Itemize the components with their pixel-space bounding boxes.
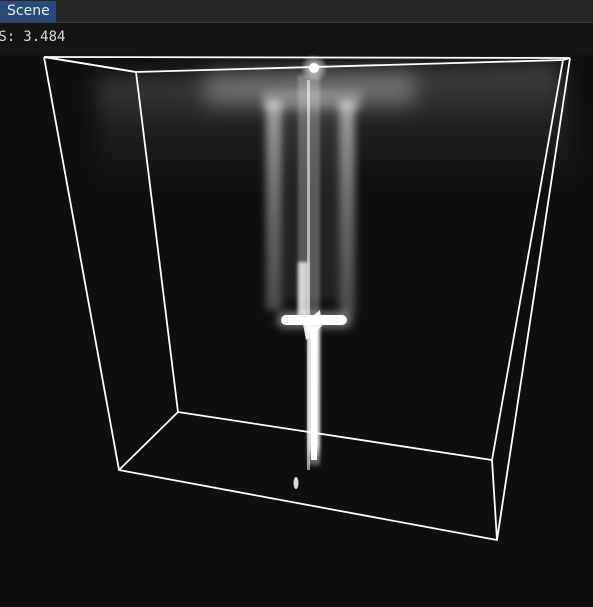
fps-value: 3.484 bbox=[23, 29, 66, 45]
tab-scene[interactable]: Scene bbox=[0, 1, 56, 22]
scene-canvas bbox=[0, 55, 593, 607]
box-edge-top-front bbox=[43, 56, 571, 59]
source-point bbox=[309, 63, 319, 73]
smoke-droplet bbox=[293, 477, 299, 489]
smoke-right-wall bbox=[339, 100, 355, 315]
fps-label: PS: bbox=[0, 29, 16, 45]
app-window: Scene PS: 3.484 bbox=[0, 0, 593, 607]
fps-readout: PS: 3.484 bbox=[0, 29, 65, 45]
scene-viewport[interactable] bbox=[0, 55, 593, 607]
tab-scene-label: Scene bbox=[7, 3, 50, 19]
smoke-inner-stem bbox=[298, 262, 308, 317]
smoke-stem-core bbox=[311, 330, 317, 460]
stats-overlay: PS: 3.484 bbox=[0, 23, 593, 55]
smoke-left-wall bbox=[266, 100, 282, 310]
window-titlebar: Scene bbox=[0, 0, 593, 23]
